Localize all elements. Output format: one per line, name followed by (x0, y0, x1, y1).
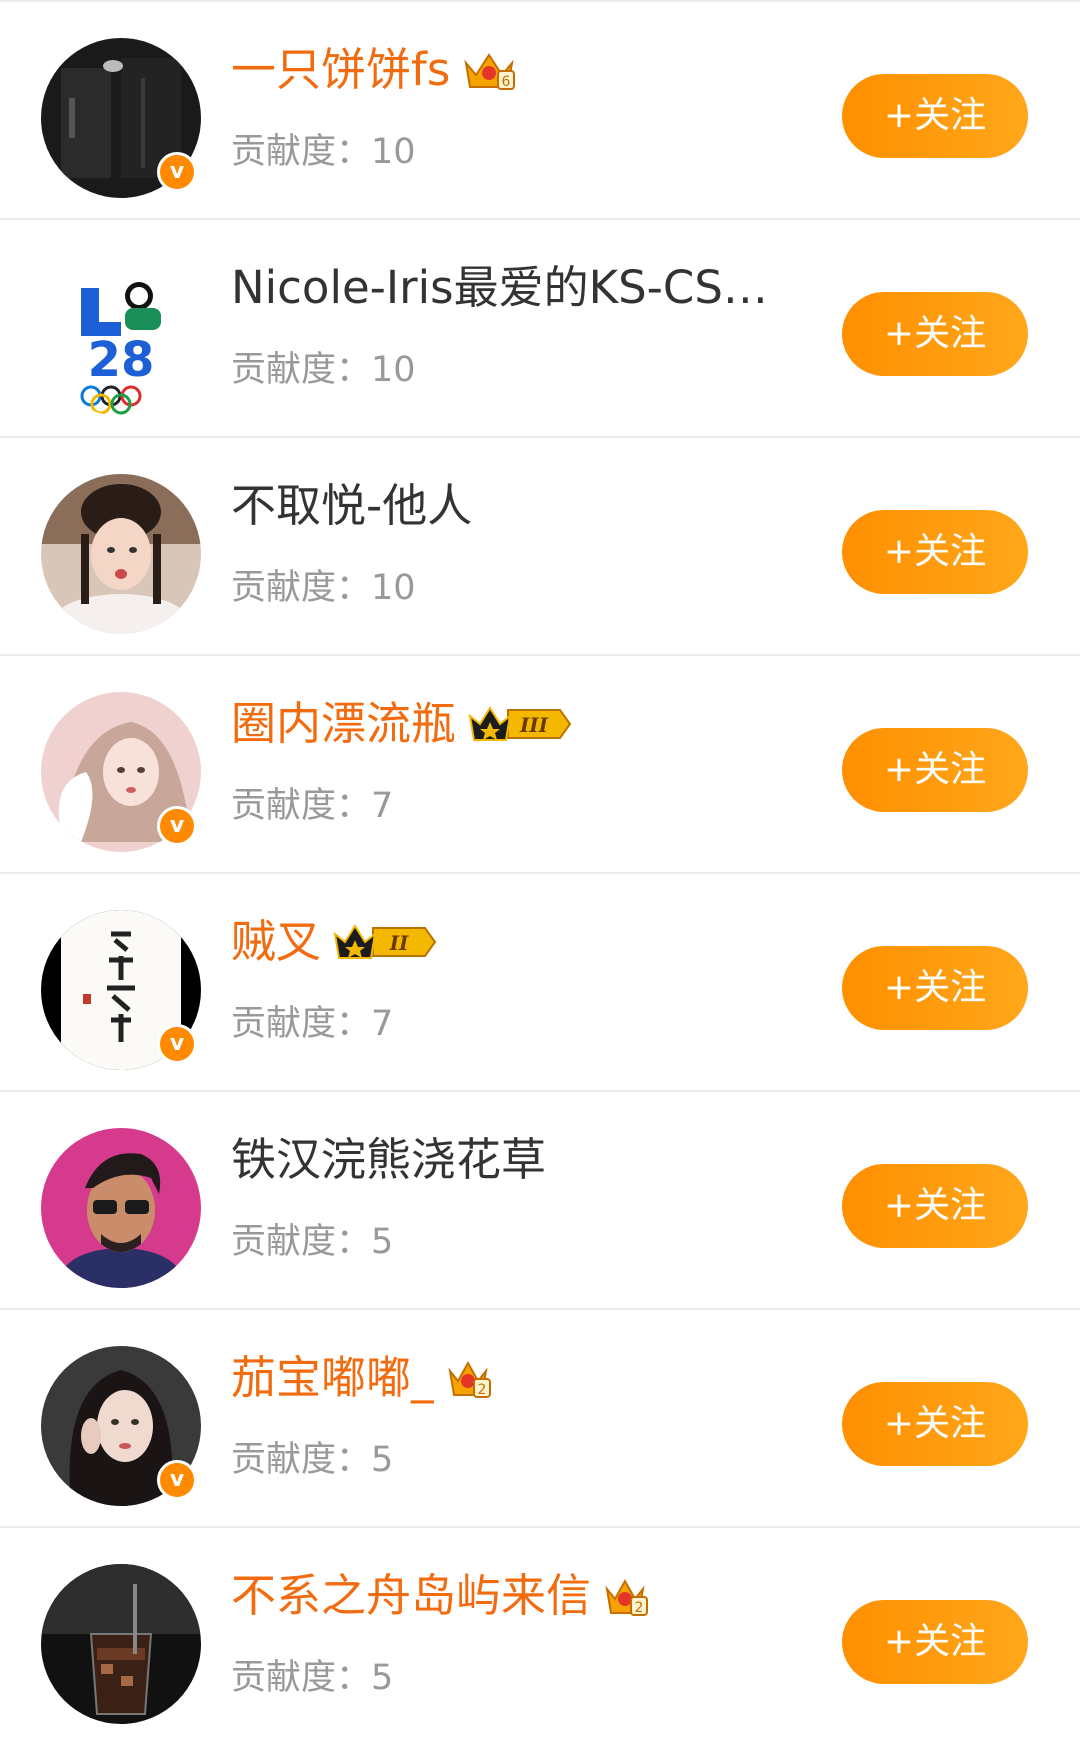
contribution-text: 贡献度：10 (231, 130, 416, 174)
verified-badge-icon: v (157, 152, 197, 192)
list-item[interactable]: 铁汉浣熊浇花草 贡献度：5 +关注 (0, 1092, 1080, 1310)
user-name[interactable]: 铁汉浣熊浇花草 (231, 1130, 546, 1190)
user-name[interactable]: 圈内漂流瓶 (231, 694, 456, 754)
svg-text:6: 6 (502, 74, 511, 90)
contribution-value: 10 (371, 568, 416, 608)
follow-button[interactable]: +关注 (842, 74, 1028, 158)
avatar[interactable] (41, 1564, 201, 1724)
user-name[interactable]: Nicole-Iris最爱的KS-CS… (231, 258, 768, 318)
svg-text:28: 28 (88, 332, 155, 388)
follow-button[interactable]: +关注 (842, 292, 1028, 376)
contribution-label: 贡献度： (231, 132, 372, 172)
follow-button[interactable]: +关注 (842, 1382, 1028, 1466)
contribution-label: 贡献度： (231, 1222, 372, 1262)
contribution-label: 贡献度： (231, 1658, 372, 1698)
follow-button[interactable]: +关注 (842, 728, 1028, 812)
svg-text:2: 2 (635, 1600, 644, 1616)
avatar[interactable]: v (41, 1346, 201, 1506)
contributor-list: v 一只饼饼fs 6 贡献度：10 +关注 28 Nicole-Iris最爱的K… (0, 0, 1080, 1758)
svg-text:2: 2 (477, 1382, 486, 1398)
avatar[interactable]: v (41, 38, 201, 198)
follow-button[interactable]: +关注 (842, 946, 1028, 1030)
list-item[interactable]: v 圈内漂流瓶 III 贡献度：7 +关注 (0, 656, 1080, 874)
contribution-label: 贡献度： (231, 350, 372, 390)
avatar[interactable]: v (41, 692, 201, 852)
verified-badge-icon: v (157, 1024, 197, 1064)
list-item[interactable]: v 一只饼饼fs 6 贡献度：10 +关注 (0, 2, 1080, 220)
contribution-text: 贡献度：5 (231, 1656, 393, 1700)
follow-button[interactable]: +关注 (842, 1600, 1028, 1684)
crown-level-icon: II (333, 922, 437, 962)
list-item[interactable]: 不取悦-他人 贡献度：10 +关注 (0, 438, 1080, 656)
crown-level-icon: III (468, 704, 572, 744)
contribution-text: 贡献度：5 (231, 1220, 393, 1264)
user-name[interactable]: 不取悦-他人 (231, 476, 472, 536)
crown-6-icon: 6 (462, 49, 516, 91)
list-item[interactable]: 28 Nicole-Iris最爱的KS-CS… 贡献度：10 +关注 (0, 220, 1080, 438)
avatar[interactable] (41, 1128, 201, 1288)
crown-2-icon: 2 (446, 1357, 492, 1399)
contribution-text: 贡献度：10 (231, 348, 416, 392)
list-item[interactable]: v 贼叉 II 贡献度：7 +关注 (0, 874, 1080, 1092)
contribution-text: 贡献度：5 (231, 1438, 393, 1482)
contribution-value: 10 (371, 132, 416, 172)
contribution-value: 5 (371, 1658, 394, 1698)
svg-text:III: III (519, 713, 549, 737)
contribution-value: 5 (371, 1222, 394, 1262)
contribution-text: 贡献度：7 (231, 1002, 393, 1046)
avatar[interactable]: v (41, 910, 201, 1070)
avatar[interactable] (41, 474, 201, 634)
verified-badge-icon: v (157, 1460, 197, 1500)
contribution-label: 贡献度： (231, 1440, 372, 1480)
list-item[interactable]: v 茄宝嘟嘟_ 2 贡献度：5 +关注 (0, 1310, 1080, 1528)
contribution-text: 贡献度：7 (231, 784, 393, 828)
user-name[interactable]: 贼叉 (231, 912, 321, 972)
follow-button[interactable]: +关注 (842, 510, 1028, 594)
contribution-value: 7 (371, 1004, 394, 1044)
avatar[interactable]: 28 (41, 256, 201, 416)
contribution-value: 7 (371, 786, 394, 826)
contribution-value: 5 (371, 1440, 394, 1480)
svg-text:II: II (389, 931, 409, 955)
crown-2-icon: 2 (603, 1575, 649, 1617)
contribution-text: 贡献度：10 (231, 566, 416, 610)
contribution-label: 贡献度： (231, 568, 372, 608)
verified-badge-icon: v (157, 806, 197, 846)
follow-button[interactable]: +关注 (842, 1164, 1028, 1248)
contribution-label: 贡献度： (231, 786, 372, 826)
contribution-value: 10 (371, 350, 416, 390)
list-item[interactable]: 不系之舟岛屿来信 2 贡献度：5 +关注 (0, 1528, 1080, 1746)
contribution-label: 贡献度： (231, 1004, 372, 1044)
user-name[interactable]: 不系之舟岛屿来信 (231, 1566, 591, 1626)
user-name[interactable]: 一只饼饼fs (231, 40, 450, 100)
user-name[interactable]: 茄宝嘟嘟_ (231, 1348, 434, 1408)
